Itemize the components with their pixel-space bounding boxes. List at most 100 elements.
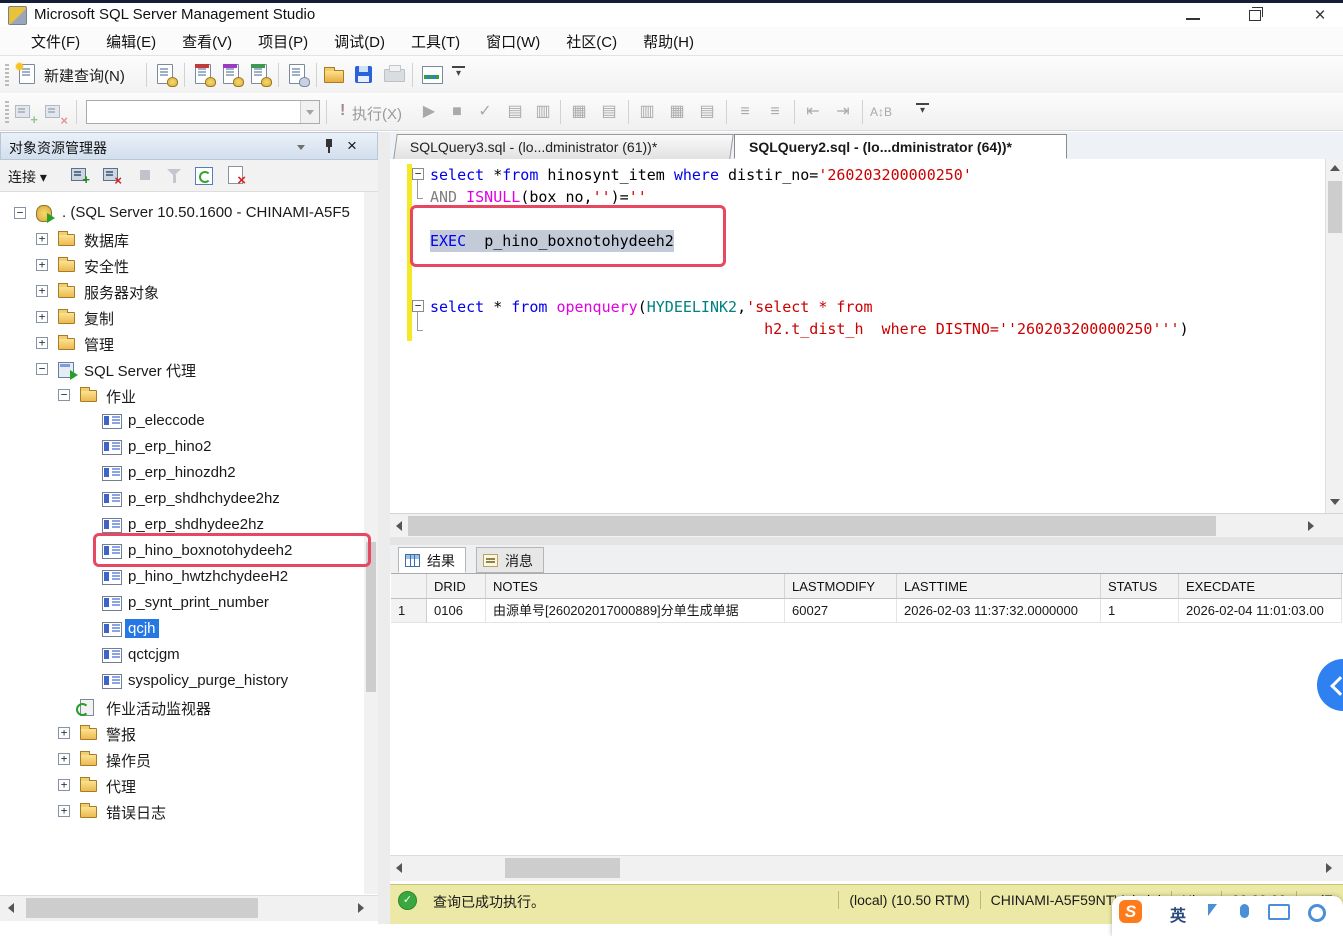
xmla-query-icon[interactable] [248, 63, 272, 87]
tree-item[interactable]: p_hino_hwtzhchydeeH2 [0, 564, 364, 590]
collapse-minus-icon[interactable]: − [14, 207, 26, 219]
toolbar-grip[interactable] [5, 101, 9, 123]
minimize-button[interactable] [1178, 7, 1208, 25]
tree-item[interactable]: −作业 [0, 382, 364, 408]
column-header[interactable]: STATUS [1101, 574, 1179, 599]
grid-cell[interactable]: 由源单号[260202017000889]分单生成单据 [486, 599, 785, 623]
stop-icon[interactable] [136, 166, 156, 184]
tree-item[interactable]: 作业活动监视器 [0, 694, 364, 720]
menu-item[interactable]: 帮助(H) [630, 28, 707, 55]
parse-check-icon[interactable]: ✓ [474, 101, 496, 123]
tree-item[interactable]: −. (SQL Server 10.50.1600 - CHINAMI-A5F5 [0, 200, 364, 226]
query-options-icon[interactable]: ▤ [598, 101, 620, 123]
expand-plus-icon[interactable]: + [58, 727, 70, 739]
expand-plus-icon[interactable]: + [36, 337, 48, 349]
step-into-icon[interactable]: ▤ [504, 101, 526, 123]
editor-tab[interactable]: SQLQuery3.sql - (lo...dministrator (61))… [393, 134, 734, 159]
debug-play-icon[interactable]: ▶ [418, 101, 440, 123]
results-to-grid-icon[interactable]: ▦ [666, 101, 688, 123]
change-connection-icon[interactable]: × [44, 100, 68, 124]
tree-horizontal-scrollbar[interactable] [0, 895, 378, 921]
open-document-icon[interactable] [286, 63, 310, 87]
code-line[interactable]: select *from hinosynt_item where distir_… [430, 164, 972, 186]
tree-item[interactable]: p_eleccode [0, 408, 364, 434]
database-combobox[interactable] [86, 100, 320, 124]
expand-plus-icon[interactable]: + [36, 285, 48, 297]
row-number-header[interactable] [391, 574, 427, 599]
results-horizontal-scrollbar[interactable] [390, 855, 1343, 881]
step-over-icon[interactable]: ▥ [532, 101, 554, 123]
tree-item[interactable]: qctcjgm [0, 642, 364, 668]
connect-server-icon[interactable]: + [70, 166, 90, 184]
collapse-minus-icon[interactable]: − [58, 389, 70, 401]
expand-plus-icon[interactable]: + [58, 753, 70, 765]
filter-icon[interactable] [164, 166, 184, 184]
increase-indent-icon[interactable]: ⇥ [832, 101, 854, 123]
expand-plus-icon[interactable]: + [58, 779, 70, 791]
disconnect-script-icon[interactable] [226, 166, 246, 184]
vertical-splitter[interactable] [378, 132, 390, 924]
connect-query-icon[interactable]: + [14, 100, 38, 124]
toolbar-overflow-button[interactable]: ▾ [916, 103, 929, 119]
database-query-icon[interactable] [154, 63, 178, 87]
stop-icon[interactable]: ■ [446, 101, 468, 123]
tree-item[interactable]: +错误日志 [0, 798, 364, 824]
tree-item[interactable]: +安全性 [0, 252, 364, 278]
tree-item[interactable]: p_synt_print_number [0, 590, 364, 616]
tree-item[interactable]: +警报 [0, 720, 364, 746]
ime-microphone-icon[interactable] [1240, 904, 1249, 918]
grid-cell[interactable]: 1 [1101, 599, 1179, 623]
results-to-file-icon[interactable]: ▤ [696, 101, 718, 123]
results-to-text-icon[interactable]: ▥ [636, 101, 658, 123]
expand-plus-icon[interactable]: + [36, 311, 48, 323]
uncomment-icon[interactable]: ≡ [764, 101, 786, 123]
ime-settings-icon[interactable] [1308, 904, 1326, 922]
tree-item[interactable]: +服务器对象 [0, 278, 364, 304]
tree-item[interactable]: +操作员 [0, 746, 364, 772]
editor-tab[interactable]: SQLQuery2.sql - (lo...dministrator (64))… [734, 134, 1067, 159]
refresh-icon[interactable] [194, 166, 214, 184]
breakpoint-icon[interactable]: ▦ [568, 101, 590, 123]
tree-item[interactable]: p_erp_hino2 [0, 434, 364, 460]
tree-item[interactable]: +复制 [0, 304, 364, 330]
tree-item[interactable]: p_erp_shdhchydee2hz [0, 486, 364, 512]
ime-keyboard-icon[interactable] [1268, 904, 1290, 920]
menu-item[interactable]: 查看(V) [169, 28, 245, 55]
open-file-icon[interactable] [322, 63, 346, 87]
window-position-icon[interactable] [297, 145, 305, 150]
column-header[interactable]: LASTMODIFY [785, 574, 897, 599]
expand-plus-icon[interactable]: + [36, 233, 48, 245]
tree-item[interactable]: +管理 [0, 330, 364, 356]
column-header[interactable]: EXECDATE [1179, 574, 1342, 599]
specify-values-icon[interactable]: A↕B [870, 101, 892, 123]
panel-close-icon[interactable]: × [347, 136, 357, 156]
execute-button[interactable]: 执行(X) [352, 103, 402, 124]
ime-language-icon[interactable]: 英 [1170, 902, 1186, 926]
activity-monitor-icon[interactable] [420, 63, 444, 87]
tree-item[interactable]: +代理 [0, 772, 364, 798]
tab-results[interactable]: 结果 [398, 547, 466, 573]
ime-logo-icon[interactable]: S [1119, 900, 1142, 923]
tree-item[interactable]: −SQL Server 代理 [0, 356, 364, 382]
expand-plus-icon[interactable]: + [58, 805, 70, 817]
menu-item[interactable]: 项目(P) [245, 28, 321, 55]
editor-vertical-scrollbar[interactable] [1325, 159, 1343, 513]
tree-item[interactable]: syspolicy_purge_history [0, 668, 364, 694]
row-number-cell[interactable]: 1 [391, 599, 427, 623]
grid-cell[interactable]: 2026-02-03 11:37:32.0000000 [897, 599, 1101, 623]
decrease-indent-icon[interactable]: ⇤ [802, 101, 824, 123]
fold-collapse-icon[interactable]: − [412, 168, 424, 180]
column-header[interactable]: LASTTIME [897, 574, 1101, 599]
comment-icon[interactable]: ≡ [734, 101, 756, 123]
toolbar-overflow-button[interactable]: ▾ [452, 66, 465, 82]
grid-cell[interactable]: 2026-02-04 11:01:03.00 [1179, 599, 1342, 623]
expand-plus-icon[interactable]: + [36, 259, 48, 271]
menu-item[interactable]: 社区(C) [553, 28, 630, 55]
collapse-minus-icon[interactable]: − [36, 363, 48, 375]
mdx-query-icon[interactable] [192, 63, 216, 87]
toolbar-grip[interactable] [5, 64, 9, 86]
menu-item[interactable]: 工具(T) [398, 28, 473, 55]
menu-item[interactable]: 调试(D) [321, 28, 398, 55]
close-button[interactable]: × [1305, 7, 1335, 25]
menu-item[interactable]: 文件(F) [18, 28, 93, 55]
